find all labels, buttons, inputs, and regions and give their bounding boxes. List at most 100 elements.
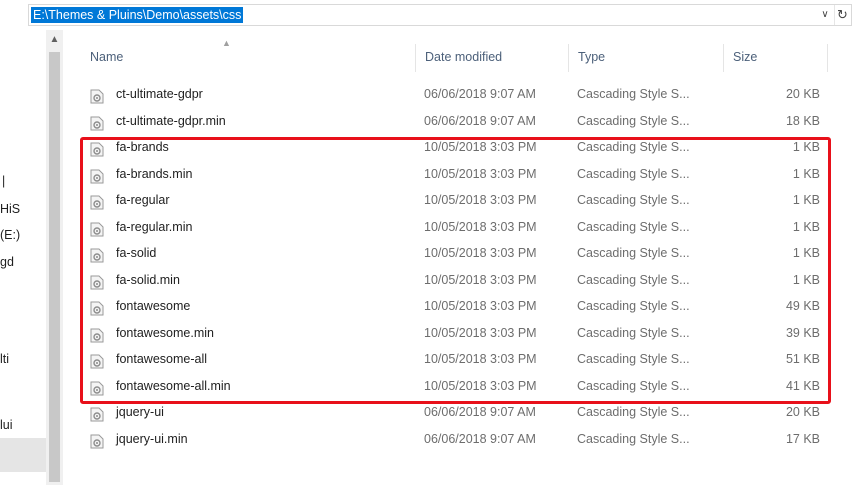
file-type: Cascading Style S... — [577, 166, 690, 181]
refresh-icon[interactable]: ↻ — [834, 5, 850, 25]
file-name[interactable]: fa-brands.min — [116, 161, 192, 188]
css-file-icon — [90, 405, 104, 422]
address-bar[interactable]: E:\Themes & Pluins\Demo\assets\css ∨ ↻ — [28, 4, 852, 26]
file-type: Cascading Style S... — [577, 219, 690, 234]
file-name[interactable]: fa-brands — [116, 134, 169, 161]
file-size: 41 KB — [785, 378, 820, 393]
file-date-modified: 06/06/2018 9:07 AM — [424, 405, 536, 419]
css-file-icon — [90, 193, 104, 210]
scroll-up-icon[interactable]: ▲ — [46, 32, 63, 48]
file-size: 1 KB — [792, 246, 820, 260]
nav-scrollbar[interactable]: ▲ — [46, 30, 63, 485]
file-row[interactable]: ct-ultimate-gdpr.min 06/06/2018 9:07 AM Ca… — [70, 108, 840, 135]
file-size: 20 KB — [785, 405, 820, 419]
file-row[interactable]: ct-ultimate-gdpr 06/06/2018 9:07 AM Cascad… — [70, 81, 840, 108]
column-divider[interactable] — [568, 44, 569, 72]
file-row[interactable]: fontawesome-all 10/05/2018 3:03 PM Cascadi… — [70, 346, 840, 373]
file-name[interactable]: fontawesome-all.min — [116, 373, 231, 400]
file-name[interactable]: ct-ultimate-gdpr.min — [116, 108, 226, 135]
file-size: 51 KB — [785, 352, 820, 366]
nav-item-partial[interactable]: (E:) — [0, 228, 20, 242]
file-name[interactable]: jquery-ui — [116, 399, 164, 426]
file-name[interactable]: fa-regular — [116, 187, 170, 214]
chevron-down-icon[interactable]: ∨ — [817, 5, 833, 25]
nav-selected-item[interactable] — [0, 438, 46, 472]
css-file-icon — [90, 114, 104, 130]
css-file-icon — [90, 220, 104, 236]
nav-item-partial[interactable]: gd — [0, 255, 14, 269]
file-date-modified: 06/06/2018 9:07 AM — [424, 113, 536, 128]
file-date-modified: 10/05/2018 3:03 PM — [424, 166, 537, 181]
file-size: 17 KB — [785, 431, 820, 446]
column-header-size[interactable]: Size — [725, 36, 757, 78]
file-row[interactable]: fa-brands.min 10/05/2018 3:03 PM Cascading… — [70, 161, 840, 188]
file-row[interactable]: fa-regular.min 10/05/2018 3:03 PM Cascadin… — [70, 214, 840, 241]
file-type: Cascading Style S... — [577, 299, 690, 313]
file-size: 20 KB — [785, 87, 820, 101]
column-divider[interactable] — [723, 44, 724, 72]
navigation-pane: | HiS (E:) gd lti lui ▲ — [0, 30, 64, 485]
nav-item-marker[interactable]: | — [2, 174, 5, 188]
file-size: 18 KB — [785, 113, 820, 128]
file-date-modified: 10/05/2018 3:03 PM — [424, 219, 537, 234]
file-row[interactable]: fa-solid.min 10/05/2018 3:03 PM Cascading … — [70, 267, 840, 294]
nav-item-partial[interactable]: lui — [0, 418, 13, 432]
file-date-modified: 10/05/2018 3:03 PM — [424, 246, 537, 260]
file-date-modified: 10/05/2018 3:03 PM — [424, 325, 537, 340]
file-date-modified: 10/05/2018 3:03 PM — [424, 299, 537, 313]
file-row[interactable]: fontawesome 10/05/2018 3:03 PM Cascading S… — [70, 293, 840, 320]
file-type: Cascading Style S... — [577, 405, 690, 419]
file-size: 1 KB — [792, 193, 820, 207]
nav-item-partial[interactable]: HiS — [0, 202, 20, 216]
file-type: Cascading Style S... — [577, 325, 690, 340]
css-file-icon — [90, 352, 104, 369]
file-date-modified: 10/05/2018 3:03 PM — [424, 352, 537, 366]
file-row[interactable]: fontawesome.min 10/05/2018 3:03 PM Cascadi… — [70, 320, 840, 347]
file-size: 1 KB — [792, 166, 820, 181]
column-header-name[interactable]: Name — [82, 36, 123, 78]
css-file-icon — [90, 273, 104, 289]
file-size: 1 KB — [792, 140, 820, 154]
address-path[interactable]: E:\Themes & Pluins\Demo\assets\css — [31, 7, 244, 23]
file-row[interactable]: fa-solid 10/05/2018 3:03 PM Cascading Styl… — [70, 240, 840, 267]
file-type: Cascading Style S... — [577, 140, 690, 154]
file-name[interactable]: fontawesome-all — [116, 346, 207, 373]
file-size: 1 KB — [792, 219, 820, 234]
css-file-icon — [90, 379, 104, 395]
file-row[interactable]: jquery-ui.min 06/06/2018 9:07 AM Cascading… — [70, 426, 840, 453]
file-row[interactable]: fa-regular 10/05/2018 3:03 PM Cascading St… — [70, 187, 840, 214]
column-divider[interactable] — [415, 44, 416, 72]
file-name[interactable]: fa-regular.min — [116, 214, 192, 241]
file-row[interactable]: jquery-ui 06/06/2018 9:07 AM Cascading Sty… — [70, 399, 840, 426]
file-date-modified: 10/05/2018 3:03 PM — [424, 378, 537, 393]
column-header-date[interactable]: Date modified — [417, 36, 502, 78]
file-row[interactable]: fontawesome-all.min 10/05/2018 3:03 PM Cas… — [70, 373, 840, 400]
file-list: ▲ Name Date modified Type Size ct-ultima… — [70, 36, 858, 485]
file-rows: ct-ultimate-gdpr 06/06/2018 9:07 AM Cascad… — [70, 81, 840, 452]
file-name[interactable]: fa-solid — [116, 240, 156, 267]
css-file-icon — [90, 87, 104, 104]
nav-scroll-thumb[interactable] — [49, 52, 60, 482]
css-file-icon — [90, 167, 104, 183]
file-name[interactable]: fontawesome — [116, 293, 190, 320]
css-file-icon — [90, 246, 104, 263]
file-type: Cascading Style S... — [577, 272, 690, 287]
css-file-icon — [90, 299, 104, 316]
file-size: 1 KB — [792, 272, 820, 287]
column-header-row: ▲ Name Date modified Type Size — [70, 36, 840, 78]
file-name[interactable]: fontawesome.min — [116, 320, 214, 347]
file-type: Cascading Style S... — [577, 352, 690, 366]
file-name[interactable]: fa-solid.min — [116, 267, 180, 294]
file-date-modified: 06/06/2018 9:07 AM — [424, 87, 536, 101]
file-size: 49 KB — [785, 299, 820, 313]
nav-item-partial[interactable]: lti — [0, 352, 9, 366]
file-type: Cascading Style S... — [577, 431, 690, 446]
file-row[interactable]: fa-brands 10/05/2018 3:03 PM Cascading Sty… — [70, 134, 840, 161]
column-divider[interactable] — [827, 44, 828, 72]
file-type: Cascading Style S... — [577, 378, 690, 393]
sort-ascending-icon: ▲ — [222, 38, 231, 48]
file-name[interactable]: ct-ultimate-gdpr — [116, 81, 203, 108]
column-header-type[interactable]: Type — [570, 36, 605, 78]
css-file-icon — [90, 140, 104, 157]
file-name[interactable]: jquery-ui.min — [116, 426, 188, 453]
